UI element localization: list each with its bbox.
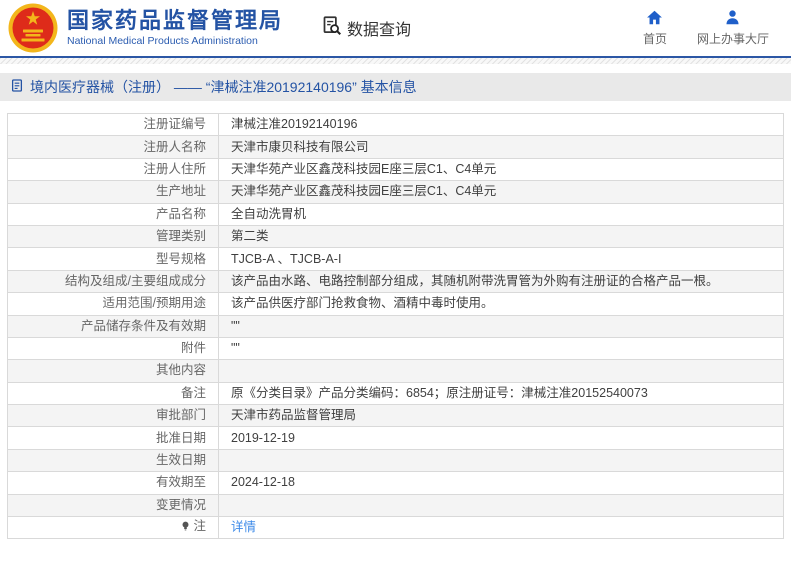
registration-info-table: 注册证编号津械注准20192140196注册人名称天津市康贝科技有限公司注册人住… bbox=[7, 113, 784, 539]
row-label: 注册人住所 bbox=[8, 158, 219, 180]
row-label: 注册证编号 bbox=[8, 114, 219, 136]
row-label: 其他内容 bbox=[8, 360, 219, 382]
table-row: 备注原《分类目录》产品分类编码：6854；原注册证号：津械注准201525400… bbox=[8, 382, 784, 404]
row-value bbox=[219, 360, 784, 382]
row-value: 天津市药品监督管理局 bbox=[219, 405, 784, 427]
table-row: 变更情况 bbox=[8, 494, 784, 516]
table-row: 生效日期 bbox=[8, 449, 784, 471]
row-label: 产品名称 bbox=[8, 203, 219, 225]
row-label: 管理类别 bbox=[8, 225, 219, 247]
row-label: 备注 bbox=[8, 382, 219, 404]
row-value: 原《分类目录》产品分类编码：6854；原注册证号：津械注准20152540073 bbox=[219, 382, 784, 404]
row-value: 该产品供医疗部门抢救食物、酒精中毒时使用。 bbox=[219, 293, 784, 315]
table-row: 其他内容 bbox=[8, 360, 784, 382]
agency-subtitle: National Medical Products Administration bbox=[67, 36, 283, 48]
breadcrumb: 境内医疗器械（注册） —— “津械注准20192140196” 基本信息 bbox=[0, 73, 791, 101]
registration-info-table-wrap: 注册证编号津械注准20192140196注册人名称天津市康贝科技有限公司注册人住… bbox=[7, 113, 784, 539]
row-value: 详情 bbox=[219, 517, 784, 539]
home-icon bbox=[646, 9, 663, 26]
bulb-icon bbox=[180, 520, 191, 536]
row-value: 第二类 bbox=[219, 225, 784, 247]
top-nav: 首页 网上办事大厅 bbox=[643, 9, 769, 47]
header-hatch-divider bbox=[0, 58, 791, 64]
row-label: 有效期至 bbox=[8, 472, 219, 494]
table-row: 有效期至2024-12-18 bbox=[8, 472, 784, 494]
table-row: 注详情 bbox=[8, 517, 784, 539]
document-search-icon bbox=[321, 15, 342, 41]
row-label: 结构及组成/主要组成成分 bbox=[8, 270, 219, 292]
nav-service-hall[interactable]: 网上办事大厅 bbox=[697, 9, 769, 47]
row-value: 天津华苑产业区鑫茂科技园E座三层C1、C4单元 bbox=[219, 181, 784, 203]
row-value bbox=[219, 494, 784, 516]
table-row: 注册人住所天津华苑产业区鑫茂科技园E座三层C1、C4单元 bbox=[8, 158, 784, 180]
row-value: TJCB-A 、TJCB-A-I bbox=[219, 248, 784, 270]
row-value bbox=[219, 449, 784, 471]
table-row: 注册人名称天津市康贝科技有限公司 bbox=[8, 136, 784, 158]
row-value: "" bbox=[219, 337, 784, 359]
row-label: 生产地址 bbox=[8, 181, 219, 203]
row-value: 津械注准20192140196 bbox=[219, 114, 784, 136]
row-label: 审批部门 bbox=[8, 405, 219, 427]
row-value: 天津市康贝科技有限公司 bbox=[219, 136, 784, 158]
data-query-nav[interactable]: 数据查询 bbox=[321, 15, 411, 41]
agency-title-block: 国家药品监督管理局 National Medical Products Admi… bbox=[67, 9, 283, 48]
row-label: 注册人名称 bbox=[8, 136, 219, 158]
info-table-body: 注册证编号津械注准20192140196注册人名称天津市康贝科技有限公司注册人住… bbox=[8, 114, 784, 539]
table-row: 附件"" bbox=[8, 337, 784, 359]
detail-link[interactable]: 详情 bbox=[231, 520, 256, 534]
table-row: 产品储存条件及有效期"" bbox=[8, 315, 784, 337]
table-row: 结构及组成/主要组成成分该产品由水路、电路控制部分组成，其随机附带洗胃管为外购有… bbox=[8, 270, 784, 292]
table-row: 审批部门天津市药品监督管理局 bbox=[8, 405, 784, 427]
row-value: "" bbox=[219, 315, 784, 337]
row-label: 生效日期 bbox=[8, 449, 219, 471]
row-value: 2019-12-19 bbox=[219, 427, 784, 449]
row-value: 2024-12-18 bbox=[219, 472, 784, 494]
breadcrumb-text: 境内医疗器械（注册） —— “津械注准20192140196” 基本信息 bbox=[30, 77, 417, 97]
row-value: 天津华苑产业区鑫茂科技园E座三层C1、C4单元 bbox=[219, 158, 784, 180]
table-row: 型号规格TJCB-A 、TJCB-A-I bbox=[8, 248, 784, 270]
table-row: 产品名称全自动洗胃机 bbox=[8, 203, 784, 225]
nav-home[interactable]: 首页 bbox=[643, 9, 667, 47]
row-label: 适用范围/预期用途 bbox=[8, 293, 219, 315]
table-row: 管理类别第二类 bbox=[8, 225, 784, 247]
row-label: 变更情况 bbox=[8, 494, 219, 516]
national-emblem-logo bbox=[8, 3, 58, 53]
row-label: 注 bbox=[8, 517, 219, 539]
row-value: 该产品由水路、电路控制部分组成，其随机附带洗胃管为外购有注册证的合格产品一根。 bbox=[219, 270, 784, 292]
header: 国家药品监督管理局 National Medical Products Admi… bbox=[0, 0, 791, 58]
person-icon bbox=[724, 9, 741, 26]
data-query-label: 数据查询 bbox=[347, 16, 411, 40]
row-label: 型号规格 bbox=[8, 248, 219, 270]
table-row: 适用范围/预期用途该产品供医疗部门抢救食物、酒精中毒时使用。 bbox=[8, 293, 784, 315]
table-row: 批准日期2019-12-19 bbox=[8, 427, 784, 449]
row-label: 产品储存条件及有效期 bbox=[8, 315, 219, 337]
nav-service-hall-label: 网上办事大厅 bbox=[697, 30, 769, 47]
document-icon bbox=[10, 78, 24, 96]
nav-home-label: 首页 bbox=[643, 30, 667, 47]
table-row: 生产地址天津华苑产业区鑫茂科技园E座三层C1、C4单元 bbox=[8, 181, 784, 203]
table-row: 注册证编号津械注准20192140196 bbox=[8, 114, 784, 136]
agency-title: 国家药品监督管理局 bbox=[67, 9, 283, 33]
row-label: 附件 bbox=[8, 337, 219, 359]
row-value: 全自动洗胃机 bbox=[219, 203, 784, 225]
row-label: 批准日期 bbox=[8, 427, 219, 449]
